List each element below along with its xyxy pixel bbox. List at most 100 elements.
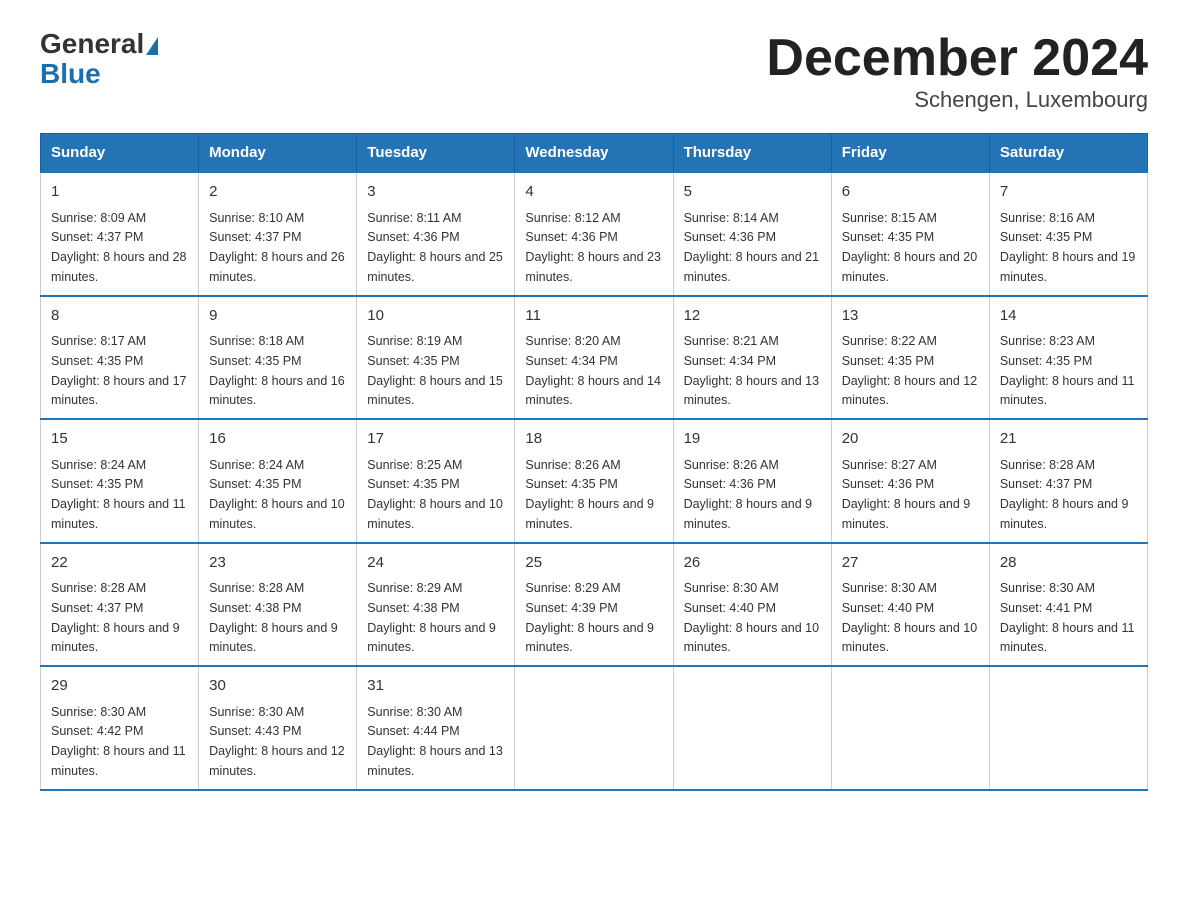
day-cell: 10 Sunrise: 8:19 AMSunset: 4:35 PMDayligh…	[357, 296, 515, 420]
day-info: Sunrise: 8:21 AMSunset: 4:34 PMDaylight:…	[684, 334, 820, 407]
day-cell	[515, 666, 673, 790]
day-number: 30	[209, 675, 346, 698]
day-cell: 28 Sunrise: 8:30 AMSunset: 4:41 PMDayligh…	[989, 543, 1147, 667]
day-number: 22	[51, 552, 188, 575]
day-info: Sunrise: 8:30 AMSunset: 4:44 PMDaylight:…	[367, 705, 503, 778]
day-cell: 1Sunrise: 8:09 AMSunset: 4:37 PMDaylight…	[41, 172, 199, 296]
day-info: Sunrise: 8:24 AMSunset: 4:35 PMDaylight:…	[51, 458, 186, 531]
week-row-3: 15 Sunrise: 8:24 AMSunset: 4:35 PMDayligh…	[41, 419, 1148, 543]
day-number: 13	[842, 305, 979, 328]
day-cell	[989, 666, 1147, 790]
week-row-1: 1Sunrise: 8:09 AMSunset: 4:37 PMDaylight…	[41, 172, 1148, 296]
day-number: 29	[51, 675, 188, 698]
day-cell: 19Sunrise: 8:26 AMSunset: 4:36 PMDayligh…	[673, 419, 831, 543]
day-number: 20	[842, 428, 979, 451]
day-info: Sunrise: 8:28 AMSunset: 4:37 PMDaylight:…	[51, 581, 180, 654]
logo-general: General	[40, 28, 144, 59]
day-cell: 26Sunrise: 8:30 AMSunset: 4:40 PMDayligh…	[673, 543, 831, 667]
day-cell: 29 Sunrise: 8:30 AMSunset: 4:42 PMDayligh…	[41, 666, 199, 790]
calendar-title: December 2024	[766, 30, 1148, 87]
logo-top: General	[40, 30, 158, 58]
day-number: 8	[51, 305, 188, 328]
day-info: Sunrise: 8:25 AMSunset: 4:35 PMDaylight:…	[367, 458, 503, 531]
header-row: SundayMondayTuesdayWednesdayThursdayFrid…	[41, 134, 1148, 173]
day-cell: 3 Sunrise: 8:11 AMSunset: 4:36 PMDaylight…	[357, 172, 515, 296]
day-info: Sunrise: 8:19 AMSunset: 4:35 PMDaylight:…	[367, 334, 503, 407]
day-cell: 21 Sunrise: 8:28 AMSunset: 4:37 PMDayligh…	[989, 419, 1147, 543]
header-thursday: Thursday	[673, 134, 831, 173]
day-info: Sunrise: 8:29 AMSunset: 4:38 PMDaylight:…	[367, 581, 496, 654]
day-cell: 9 Sunrise: 8:18 AMSunset: 4:35 PMDaylight…	[199, 296, 357, 420]
day-info: Sunrise: 8:27 AMSunset: 4:36 PMDaylight:…	[842, 458, 971, 531]
day-info: Sunrise: 8:30 AMSunset: 4:42 PMDaylight:…	[51, 705, 186, 778]
day-cell: 22 Sunrise: 8:28 AMSunset: 4:37 PMDayligh…	[41, 543, 199, 667]
week-row-4: 22 Sunrise: 8:28 AMSunset: 4:37 PMDayligh…	[41, 543, 1148, 667]
day-cell: 15 Sunrise: 8:24 AMSunset: 4:35 PMDayligh…	[41, 419, 199, 543]
day-info: Sunrise: 8:23 AMSunset: 4:35 PMDaylight:…	[1000, 334, 1135, 407]
day-cell: 13 Sunrise: 8:22 AMSunset: 4:35 PMDayligh…	[831, 296, 989, 420]
day-number: 9	[209, 305, 346, 328]
day-info: Sunrise: 8:20 AMSunset: 4:34 PMDaylight:…	[525, 334, 661, 407]
day-info: Sunrise: 8:28 AMSunset: 4:37 PMDaylight:…	[1000, 458, 1129, 531]
header-monday: Monday	[199, 134, 357, 173]
day-info: Sunrise: 8:18 AMSunset: 4:35 PMDaylight:…	[209, 334, 345, 407]
day-cell: 24 Sunrise: 8:29 AMSunset: 4:38 PMDayligh…	[357, 543, 515, 667]
day-info: Sunrise: 8:26 AMSunset: 4:35 PMDaylight:…	[525, 458, 654, 531]
day-info: Sunrise: 8:30 AMSunset: 4:41 PMDaylight:…	[1000, 581, 1135, 654]
day-number: 1	[51, 181, 188, 204]
day-info: Sunrise: 8:22 AMSunset: 4:35 PMDaylight:…	[842, 334, 978, 407]
header-sunday: Sunday	[41, 134, 199, 173]
day-info: Sunrise: 8:30 AMSunset: 4:40 PMDaylight:…	[684, 581, 820, 654]
day-info: Sunrise: 8:30 AMSunset: 4:43 PMDaylight:…	[209, 705, 345, 778]
title-area: December 2024 Schengen, Luxembourg	[766, 30, 1148, 113]
day-number: 17	[367, 428, 504, 451]
day-cell: 23 Sunrise: 8:28 AMSunset: 4:38 PMDayligh…	[199, 543, 357, 667]
day-number: 21	[1000, 428, 1137, 451]
day-info: Sunrise: 8:24 AMSunset: 4:35 PMDaylight:…	[209, 458, 345, 531]
week-row-2: 8 Sunrise: 8:17 AMSunset: 4:35 PMDaylight…	[41, 296, 1148, 420]
day-cell: 5Sunrise: 8:14 AMSunset: 4:36 PMDaylight…	[673, 172, 831, 296]
day-info: Sunrise: 8:12 AMSunset: 4:36 PMDaylight:…	[525, 211, 661, 284]
day-number: 28	[1000, 552, 1137, 575]
day-number: 31	[367, 675, 504, 698]
day-number: 14	[1000, 305, 1137, 328]
day-info: Sunrise: 8:17 AMSunset: 4:35 PMDaylight:…	[51, 334, 187, 407]
page-header: General Blue December 2024 Schengen, Lux…	[40, 30, 1148, 113]
day-cell: 30 Sunrise: 8:30 AMSunset: 4:43 PMDayligh…	[199, 666, 357, 790]
day-number: 3	[367, 181, 504, 204]
header-wednesday: Wednesday	[515, 134, 673, 173]
day-number: 6	[842, 181, 979, 204]
day-info: Sunrise: 8:26 AMSunset: 4:36 PMDaylight:…	[684, 458, 813, 531]
day-number: 2	[209, 181, 346, 204]
day-cell	[673, 666, 831, 790]
day-cell: 27Sunrise: 8:30 AMSunset: 4:40 PMDayligh…	[831, 543, 989, 667]
day-number: 15	[51, 428, 188, 451]
header-tuesday: Tuesday	[357, 134, 515, 173]
day-info: Sunrise: 8:28 AMSunset: 4:38 PMDaylight:…	[209, 581, 338, 654]
day-info: Sunrise: 8:11 AMSunset: 4:36 PMDaylight:…	[367, 211, 503, 284]
day-cell: 8 Sunrise: 8:17 AMSunset: 4:35 PMDaylight…	[41, 296, 199, 420]
day-cell: 17 Sunrise: 8:25 AMSunset: 4:35 PMDayligh…	[357, 419, 515, 543]
day-cell	[831, 666, 989, 790]
day-number: 18	[525, 428, 662, 451]
day-number: 16	[209, 428, 346, 451]
header-friday: Friday	[831, 134, 989, 173]
day-info: Sunrise: 8:16 AMSunset: 4:35 PMDaylight:…	[1000, 211, 1136, 284]
header-saturday: Saturday	[989, 134, 1147, 173]
day-number: 11	[525, 305, 662, 328]
week-row-5: 29 Sunrise: 8:30 AMSunset: 4:42 PMDayligh…	[41, 666, 1148, 790]
day-number: 4	[525, 181, 662, 204]
day-number: 5	[684, 181, 821, 204]
day-number: 24	[367, 552, 504, 575]
day-number: 12	[684, 305, 821, 328]
day-info: Sunrise: 8:10 AMSunset: 4:37 PMDaylight:…	[209, 211, 345, 284]
day-number: 10	[367, 305, 504, 328]
day-cell: 20 Sunrise: 8:27 AMSunset: 4:36 PMDayligh…	[831, 419, 989, 543]
calendar-header: SundayMondayTuesdayWednesdayThursdayFrid…	[41, 134, 1148, 173]
day-number: 23	[209, 552, 346, 575]
day-cell: 18 Sunrise: 8:26 AMSunset: 4:35 PMDayligh…	[515, 419, 673, 543]
day-info: Sunrise: 8:30 AMSunset: 4:40 PMDaylight:…	[842, 581, 978, 654]
calendar-table: SundayMondayTuesdayWednesdayThursdayFrid…	[40, 133, 1148, 791]
logo: General Blue	[40, 30, 158, 88]
day-cell: 16 Sunrise: 8:24 AMSunset: 4:35 PMDayligh…	[199, 419, 357, 543]
